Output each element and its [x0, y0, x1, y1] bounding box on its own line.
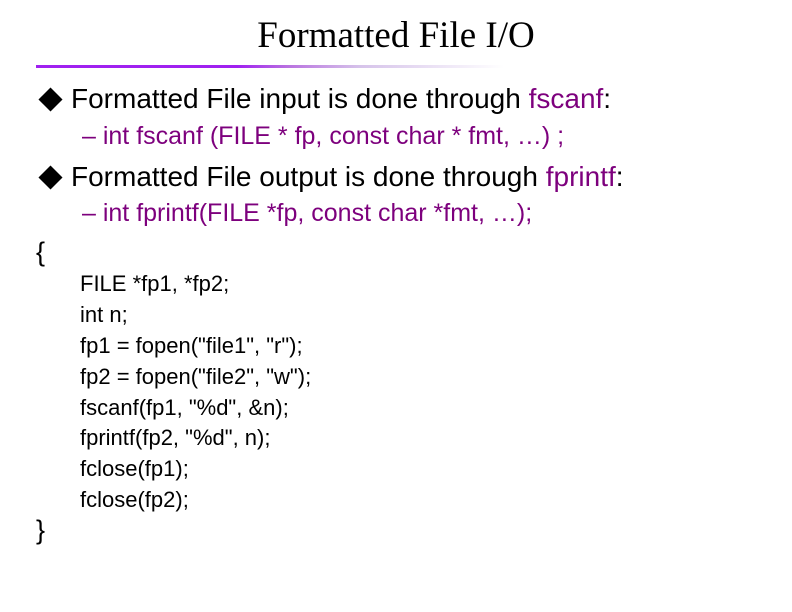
code-line: fprintf(fp2, "%d", n);: [80, 423, 756, 454]
bullet-fprintf: Formatted File output is done through fp…: [38, 160, 756, 196]
fscanf-keyword: fscanf: [529, 83, 604, 114]
diamond-bullet-icon: [38, 87, 62, 111]
code-line: fclose(fp1);: [80, 454, 756, 485]
code-line: fclose(fp2);: [80, 485, 756, 516]
code-line: int n;: [80, 300, 756, 331]
diamond-bullet-icon: [38, 165, 62, 189]
fprintf-signature: – int fprintf(FILE *fp, const char *fmt,…: [82, 195, 756, 237]
bullet-fprintf-text: Formatted File output is done through fp…: [71, 160, 756, 194]
bullet-fscanf: Formatted File input is done through fsc…: [38, 82, 756, 118]
fscanf-signature: – int fscanf (FILE * fp, const char * fm…: [82, 118, 756, 160]
code-line: fp2 = fopen("file2", "w");: [80, 362, 756, 393]
bullet-fscanf-prefix: Formatted File input is done through: [71, 83, 529, 114]
slide: Formatted File I/O Formatted File input …: [0, 0, 792, 612]
slide-title: Formatted File I/O: [36, 14, 756, 57]
code-line: FILE *fp1, *fp2;: [80, 269, 756, 300]
code-line: fscanf(fp1, "%d", &n);: [80, 393, 756, 424]
bullet-fprintf-prefix: Formatted File output is done through: [71, 161, 546, 192]
bullet-fprintf-suffix: :: [616, 161, 624, 192]
title-divider: [36, 65, 756, 68]
brace-close: }: [36, 516, 756, 546]
fprintf-keyword: fprintf: [546, 161, 616, 192]
bullet-fscanf-text: Formatted File input is done through fsc…: [71, 82, 756, 116]
brace-open: {: [36, 238, 756, 268]
code-example: FILE *fp1, *fp2; int n; fp1 = fopen("fil…: [80, 267, 756, 515]
code-line: fp1 = fopen("file1", "r");: [80, 331, 756, 362]
bullet-fscanf-suffix: :: [603, 83, 611, 114]
